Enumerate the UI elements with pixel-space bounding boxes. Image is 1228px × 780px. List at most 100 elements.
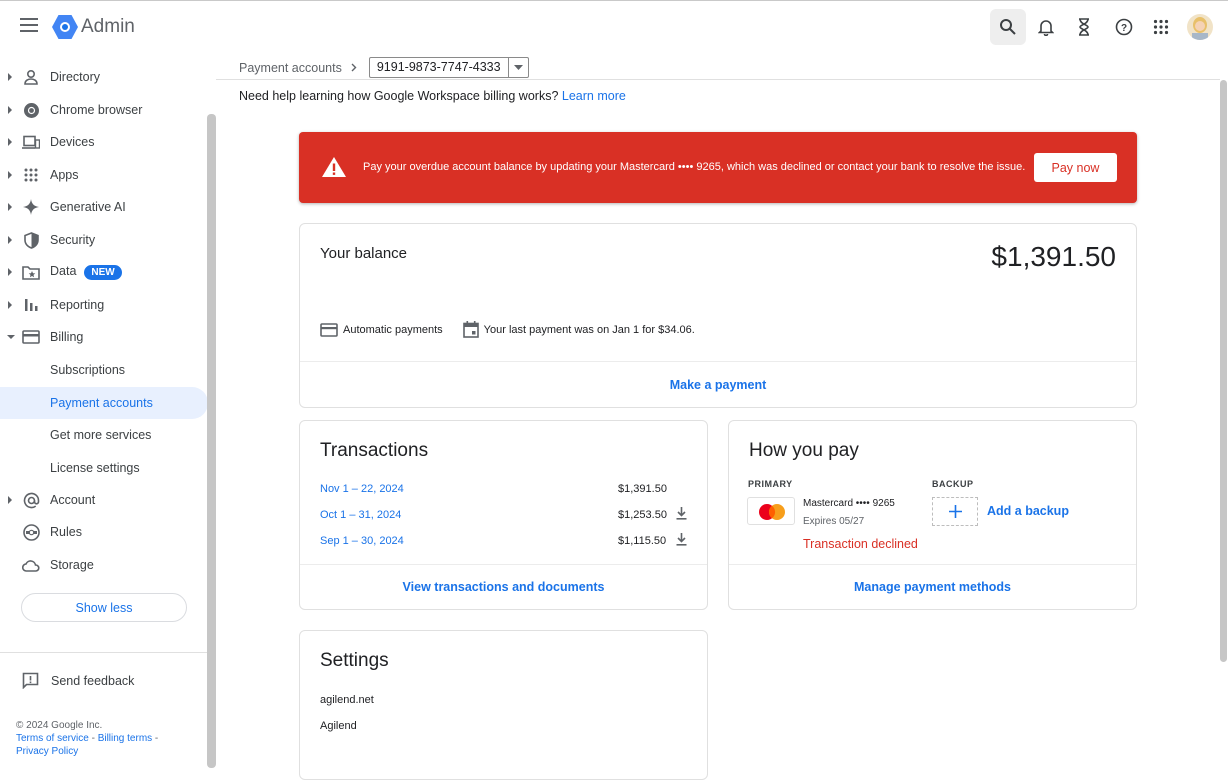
balance-title: Your balance: [320, 245, 408, 262]
expand-caret-icon[interactable]: [8, 496, 12, 504]
sidebar-footer: © 2024 Google Inc. Terms of service - Bi…: [16, 720, 159, 757]
expand-caret-icon[interactable]: [8, 73, 12, 81]
learn-more-link[interactable]: Learn more: [562, 89, 626, 103]
shield-icon: [22, 231, 40, 249]
payment-account-select[interactable]: 9191-9873-7747-4333: [368, 57, 529, 78]
expand-caret-icon[interactable]: [8, 203, 12, 211]
feedback-icon: [22, 672, 39, 689]
admin-logo-icon[interactable]: [52, 15, 78, 44]
sidebar-item-label: Security: [50, 233, 96, 247]
sidebar-item-storage[interactable]: Storage: [0, 550, 208, 580]
card-status: Transaction declined: [803, 537, 918, 551]
main-menu-icon[interactable]: [20, 18, 38, 32]
cloud-icon: [22, 556, 40, 574]
credit-card-icon: [320, 322, 338, 337]
billing-terms-link[interactable]: Billing terms: [98, 733, 152, 744]
send-feedback-label: Send feedback: [51, 673, 135, 688]
sidebar-scrollbar[interactable]: [207, 114, 216, 768]
sidebar-item-security[interactable]: Security: [0, 225, 208, 255]
card-divider: [300, 564, 707, 565]
app-title[interactable]: Admin: [81, 16, 135, 38]
new-badge: NEW: [84, 265, 122, 280]
sidebar-item-rules[interactable]: Rules: [0, 517, 208, 547]
overdue-alert-banner: Pay your overdue account balance by upda…: [299, 132, 1137, 203]
transaction-amount: $1,253.50: [618, 509, 667, 521]
sidebar-item-directory[interactable]: Directory: [0, 62, 208, 92]
collapse-caret-icon[interactable]: [7, 335, 15, 339]
expand-caret-icon[interactable]: [8, 301, 12, 309]
main-scrollbar[interactable]: [1220, 80, 1227, 662]
sidebar-item-label: Data NEW: [50, 264, 122, 280]
sidebar-subitem-payment-accounts[interactable]: Payment accounts: [0, 387, 208, 419]
sidebar-item-label: Generative AI: [50, 200, 126, 214]
sidebar-item-account[interactable]: Account: [0, 485, 208, 515]
copyright-text: © 2024 Google Inc.: [16, 720, 103, 731]
add-backup-icon-button[interactable]: [932, 497, 978, 526]
payment-account-value: 9191-9873-7747-4333: [370, 58, 509, 77]
sidebar-item-apps[interactable]: Apps: [0, 160, 208, 190]
pay-now-button[interactable]: Pay now: [1034, 153, 1117, 182]
sidebar-item-data[interactable]: Data NEW: [0, 257, 208, 287]
card-expiry: Expires 05/27: [803, 516, 865, 527]
help-icon[interactable]: ?: [1106, 9, 1142, 45]
manage-payment-methods-link[interactable]: Manage payment methods: [729, 580, 1136, 594]
card-divider: [300, 361, 1136, 362]
sidebar-item-label: Storage: [50, 558, 94, 572]
privacy-policy-link[interactable]: Privacy Policy: [16, 746, 78, 757]
data-label: Data: [50, 264, 77, 278]
show-less-button[interactable]: Show less: [21, 593, 187, 622]
card-name: Mastercard •••• 9265: [803, 498, 895, 509]
last-payment-info: Your last payment was on Jan 1 for $34.0…: [462, 321, 695, 338]
notifications-icon[interactable]: [1028, 9, 1064, 45]
transaction-period-link[interactable]: Oct 1 – 31, 2024: [320, 509, 401, 521]
download-icon[interactable]: [676, 507, 687, 523]
sidebar-item-generative-ai[interactable]: Generative AI: [0, 192, 208, 222]
sidebar-subitem-subscriptions[interactable]: Subscriptions: [0, 354, 208, 386]
folder-star-icon: [22, 263, 40, 281]
expand-caret-icon[interactable]: [8, 236, 12, 244]
breadcrumb-parent[interactable]: Payment accounts: [239, 61, 342, 75]
search-icon[interactable]: [990, 9, 1026, 45]
sidebar-subitem-license-settings[interactable]: License settings: [0, 452, 208, 484]
view-transactions-link[interactable]: View transactions and documents: [300, 580, 707, 594]
settings-organization: Agilend: [320, 720, 357, 732]
sidebar-item-label: Billing: [50, 330, 84, 344]
sidebar-item-label: Rules: [50, 525, 82, 539]
add-backup-link[interactable]: Add a backup: [987, 504, 1069, 518]
app-launcher-icon[interactable]: [1143, 9, 1179, 45]
settings-title: Settings: [320, 650, 389, 671]
calendar-icon: [462, 321, 479, 338]
transaction-row: Sep 1 – 30, 2024 $1,115.50: [320, 533, 690, 555]
at-icon: [22, 491, 40, 509]
chevron-right-icon: [351, 63, 357, 72]
sidebar-item-label: Chrome browser: [50, 103, 143, 117]
account-avatar[interactable]: [1187, 14, 1213, 40]
transaction-row: Oct 1 – 31, 2024 $1,253.50: [320, 507, 690, 529]
sidebar-item-chrome-browser[interactable]: Chrome browser: [0, 95, 208, 125]
hourglass-icon[interactable]: [1066, 9, 1102, 45]
expand-caret-icon[interactable]: [8, 138, 12, 146]
transaction-row: Nov 1 – 22, 2024 $1,391.50: [320, 483, 690, 503]
bar-chart-icon: [22, 296, 40, 314]
balance-amount: $1,391.50: [991, 241, 1116, 272]
sidebar-item-label: Devices: [50, 135, 95, 149]
transaction-period-link[interactable]: Nov 1 – 22, 2024: [320, 483, 404, 495]
transaction-period-link[interactable]: Sep 1 – 30, 2024: [320, 535, 404, 547]
expand-caret-icon[interactable]: [8, 268, 12, 276]
transactions-title: Transactions: [320, 440, 429, 461]
sidebar-item-billing[interactable]: Billing: [0, 322, 208, 352]
expand-caret-icon[interactable]: [8, 106, 12, 114]
sidebar-subitem-get-more-services[interactable]: Get more services: [0, 419, 208, 451]
expand-caret-icon[interactable]: [8, 171, 12, 179]
main-content: Payment accounts 9191-9873-7747-4333 Nee…: [216, 52, 1228, 780]
top-app-bar: Admin ?: [0, 0, 1228, 52]
transactions-card: Transactions Nov 1 – 22, 2024 $1,391.50 …: [299, 420, 708, 610]
dropdown-arrow-icon[interactable]: [509, 65, 528, 70]
download-icon[interactable]: [676, 533, 687, 549]
sidebar-item-reporting[interactable]: Reporting: [0, 290, 208, 320]
make-payment-button[interactable]: Make a payment: [300, 378, 1136, 392]
send-feedback-link[interactable]: Send feedback: [22, 672, 134, 689]
terms-of-service-link[interactable]: Terms of service: [16, 733, 89, 744]
sidebar-item-devices[interactable]: Devices: [0, 127, 208, 157]
balance-card: Your balance $1,391.50 Automatic payment…: [299, 223, 1137, 408]
